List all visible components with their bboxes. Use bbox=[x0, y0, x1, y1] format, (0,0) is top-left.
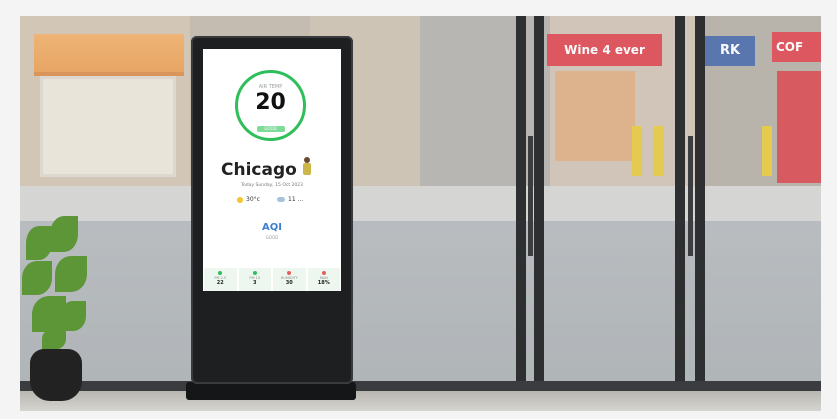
stat-value: 30 bbox=[285, 280, 293, 286]
stat-card[interactable]: HUMIDITY 30 bbox=[273, 268, 306, 291]
window-frame bbox=[534, 16, 544, 391]
weather-item: 30°c bbox=[237, 196, 260, 203]
door-handle bbox=[688, 136, 693, 256]
stats-row: PM 2.5 22 PM 10 3 HUMIDITY 30 RAIN 18% bbox=[203, 268, 341, 291]
window-sill bbox=[20, 381, 821, 391]
city-name: Chicago bbox=[221, 160, 297, 180]
window-frame bbox=[675, 16, 685, 391]
plant-pot bbox=[30, 349, 82, 401]
weather-item: 11 ... bbox=[277, 196, 303, 203]
stat-card[interactable]: PM 10 3 bbox=[238, 268, 271, 291]
aqi-label: AQI bbox=[262, 222, 282, 233]
weather-value: 30°c bbox=[246, 196, 260, 203]
ring-status-badge: GOOD bbox=[256, 126, 285, 132]
kiosk-base bbox=[186, 382, 356, 400]
storefront-photo: Wine 4 ever RK COF AIR TEMP 20 GOOD Chic… bbox=[20, 16, 821, 411]
status-dot-icon bbox=[218, 271, 223, 275]
stat-value: 18% bbox=[317, 280, 330, 286]
door-handle bbox=[528, 136, 533, 256]
temperature-ring: AIR TEMP 20 GOOD bbox=[235, 70, 306, 141]
image-frame: Wine 4 ever RK COF AIR TEMP 20 GOOD Chic… bbox=[0, 0, 837, 419]
tiled-floor bbox=[20, 391, 821, 411]
status-dot-icon bbox=[252, 271, 257, 275]
status-dot-icon bbox=[287, 271, 292, 275]
stat-card[interactable]: RAIN 18% bbox=[307, 268, 340, 291]
cloud-icon bbox=[277, 197, 285, 202]
digital-kiosk: AIR TEMP 20 GOOD Chicago Today Sunday, 1… bbox=[191, 36, 353, 384]
person-icon bbox=[301, 157, 313, 177]
date-text: Today Sunday, 15 Oct 2023 bbox=[241, 183, 303, 188]
ring-value: 20 bbox=[255, 90, 286, 115]
stat-value: 3 bbox=[253, 280, 257, 286]
aqi-status: GOOD bbox=[265, 235, 279, 240]
stat-card[interactable]: PM 2.5 22 bbox=[204, 268, 237, 291]
weather-value: 11 ... bbox=[288, 196, 304, 203]
stat-value: 22 bbox=[216, 280, 224, 286]
window-frame bbox=[516, 16, 526, 391]
status-dot-icon bbox=[321, 271, 326, 275]
kiosk-screen[interactable]: AIR TEMP 20 GOOD Chicago Today Sunday, 1… bbox=[203, 49, 341, 291]
window-frame bbox=[695, 16, 705, 391]
sun-icon bbox=[237, 196, 243, 203]
